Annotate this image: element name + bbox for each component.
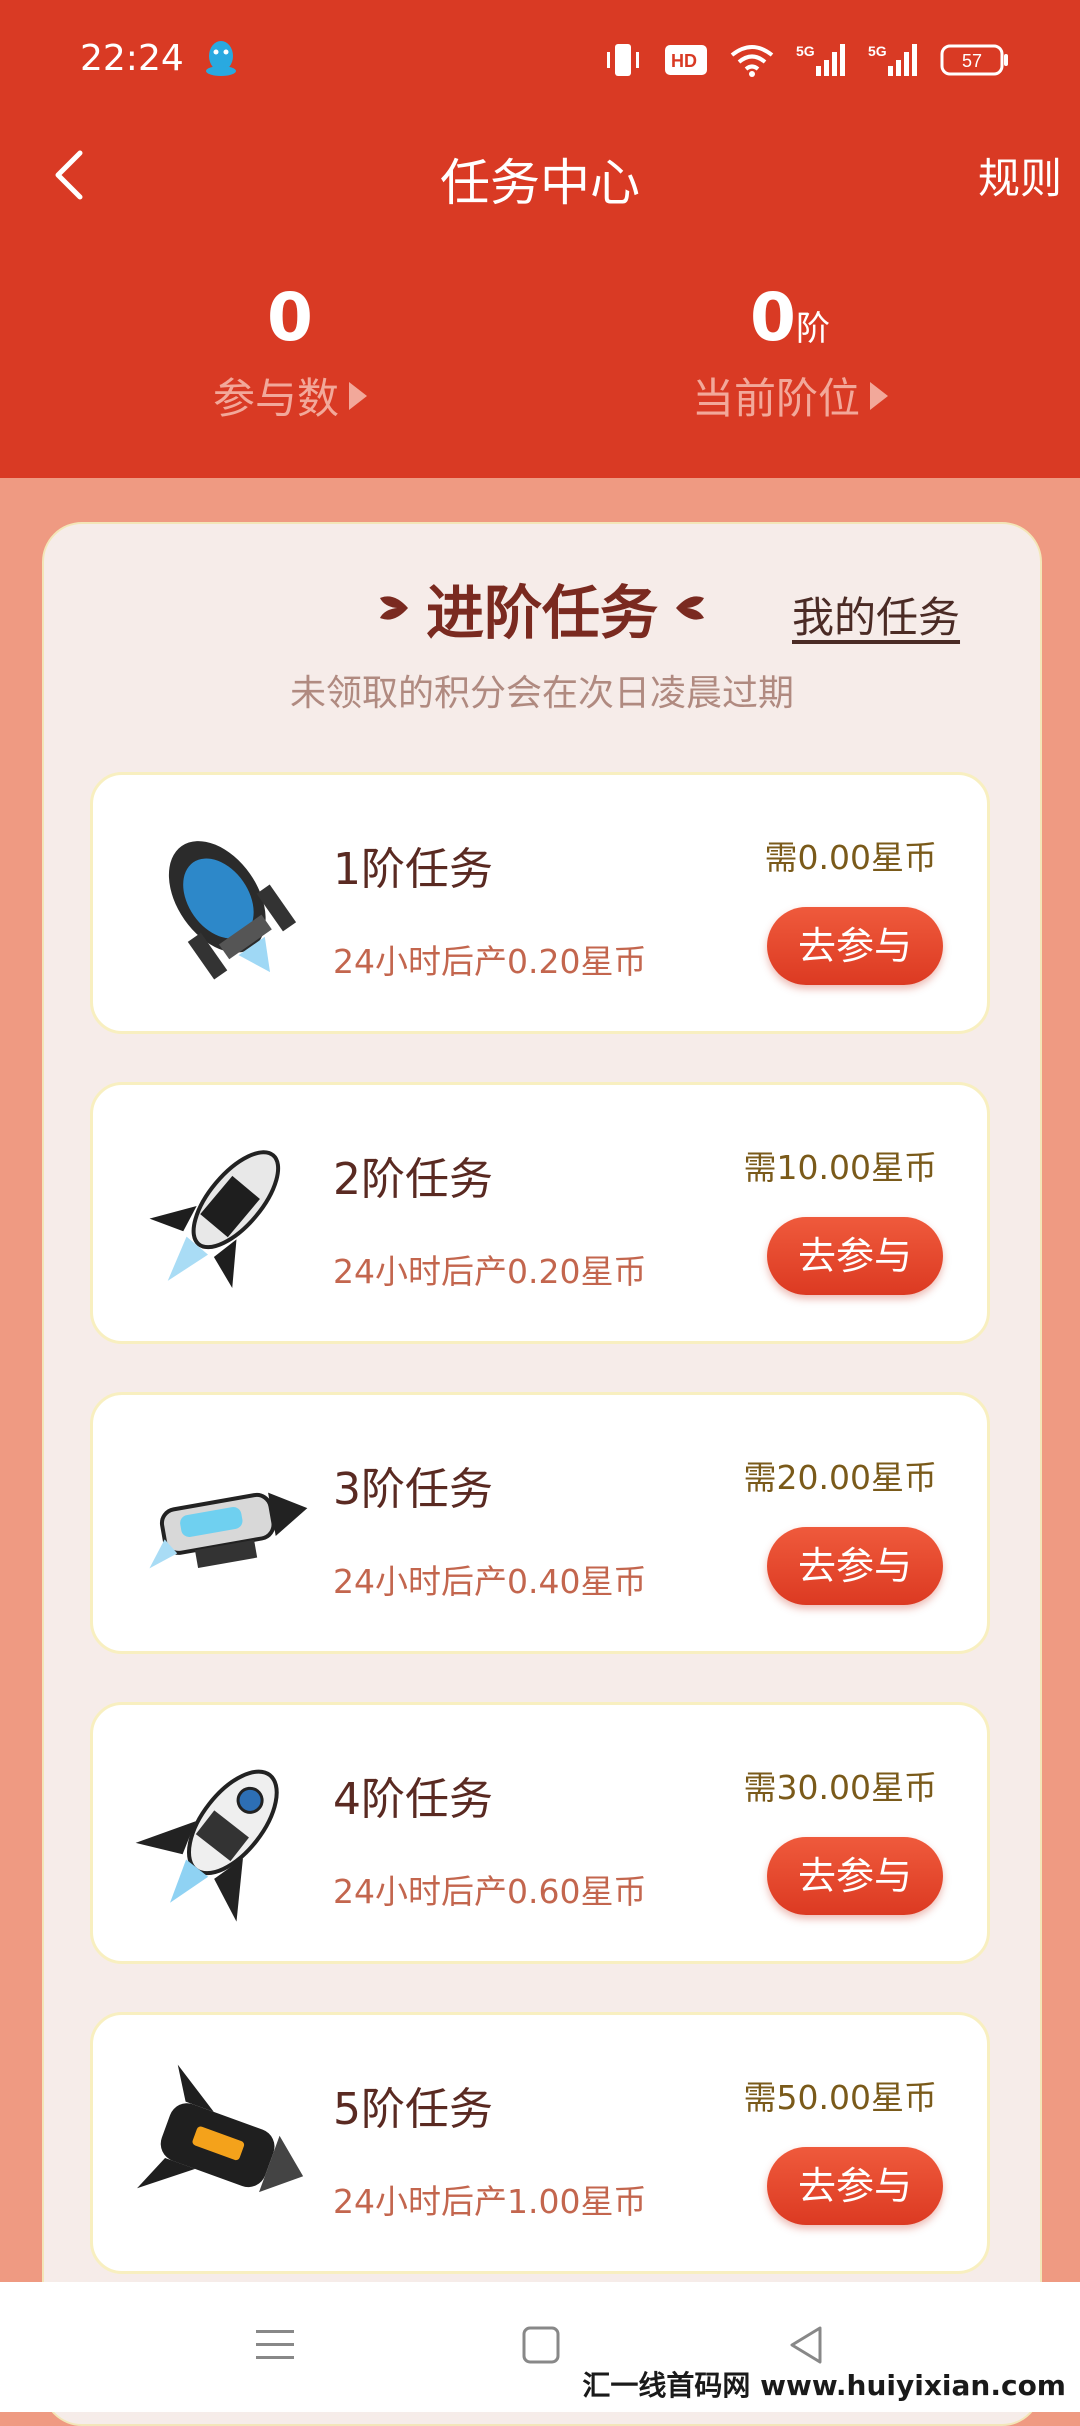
leaf-ornament-icon — [380, 596, 408, 620]
home-icon[interactable] — [518, 2322, 564, 2368]
svg-text:5G: 5G — [868, 43, 887, 59]
battery-icon: 57 — [940, 44, 1008, 76]
status-bar: 22:24 HD 5G 5G 57 — [0, 0, 1080, 125]
rocket-icon — [149, 1150, 281, 1289]
task-card: 4阶任务 24小时后产0.60星币 需30.00星币 去参与 — [90, 1702, 990, 1964]
app-header: 22:24 HD 5G 5G 57 任务中心 规则 0 参与数 0阶 当前阶位 — [0, 0, 1080, 478]
rocket-icon — [135, 1769, 279, 1922]
stat-value: 0阶 — [750, 279, 830, 356]
task-yield: 24小时后产1.00星币 — [333, 2182, 647, 2221]
task-card: 1阶任务 24小时后产0.20星币 需0.00星币 去参与 — [90, 772, 990, 1034]
task-yield: 24小时后产0.40星币 — [333, 1562, 647, 1601]
my-tasks-link[interactable]: 我的任务 — [792, 584, 960, 645]
task-cost: 需30.00星币 — [743, 1768, 937, 1807]
rocket-icon — [168, 841, 297, 980]
leaf-ornament-icon — [676, 596, 705, 620]
signal-5g-icon: 5G — [796, 43, 845, 76]
watermark: 汇一线首码网 www.huiyixian.com — [582, 2369, 1066, 2402]
status-time: 22:24 — [80, 38, 184, 79]
join-button[interactable]: 去参与 — [767, 1837, 943, 1915]
triangle-right-icon — [349, 381, 367, 410]
stat-label: 参与数 — [90, 365, 490, 426]
join-button[interactable]: 去参与 — [767, 1527, 943, 1605]
task-cost: 需20.00星币 — [743, 1458, 937, 1497]
task-cost: 需0.00星币 — [764, 838, 937, 877]
wifi-icon — [730, 45, 774, 77]
stat-label: 当前阶位 — [590, 365, 990, 426]
penguin-icon — [206, 41, 236, 76]
vibrate-icon — [607, 44, 639, 76]
menu-icon[interactable] — [252, 2322, 298, 2368]
svg-text:57: 57 — [962, 51, 982, 71]
task-yield: 24小时后产0.20星币 — [333, 1252, 647, 1291]
hd-badge-icon: HD — [665, 45, 707, 75]
section-title: 进阶任务 — [374, 566, 710, 650]
join-button[interactable]: 去参与 — [767, 1217, 943, 1295]
rocket-icon — [149, 1492, 308, 1569]
task-card: 2阶任务 24小时后产0.20星币 需10.00星币 去参与 — [90, 1082, 990, 1344]
rules-link[interactable]: 规则 — [978, 145, 1062, 206]
join-button[interactable]: 去参与 — [767, 2147, 943, 2225]
task-panel: 进阶任务 我的任务 未领取的积分会在次日凌晨过期 1阶任务 24小时后产0.20… — [42, 522, 1042, 2426]
current-level-stat[interactable]: 0阶 当前阶位 — [590, 285, 990, 426]
expiry-notice: 未领取的积分会在次日凌晨过期 — [289, 673, 794, 714]
task-name: 2阶任务 — [333, 1154, 493, 1205]
system-nav-bar: 汇一线首码网 www.huiyixian.com — [0, 2282, 1080, 2412]
back-triangle-icon[interactable] — [784, 2322, 830, 2368]
page-title: 任务中心 — [440, 154, 640, 212]
stat-value: 0 — [267, 279, 313, 356]
join-button[interactable]: 去参与 — [767, 907, 943, 985]
signal-5g-icon: 5G — [868, 43, 917, 76]
task-name: 3阶任务 — [333, 1464, 493, 1515]
status-icons: HD 5G 5G 57 — [604, 40, 1010, 80]
task-card: 3阶任务 24小时后产0.40星币 需20.00星币 去参与 — [90, 1392, 990, 1654]
triangle-right-icon — [870, 381, 888, 410]
task-cost: 需50.00星币 — [743, 2078, 937, 2117]
nav-bar: 任务中心 规则 — [0, 125, 1080, 225]
task-card: 5阶任务 24小时后产1.00星币 需50.00星币 去参与 — [90, 2012, 990, 2274]
svg-text:5G: 5G — [796, 43, 815, 59]
task-cost: 需10.00星币 — [743, 1148, 937, 1187]
task-yield: 24小时后产0.20星币 — [333, 942, 647, 981]
task-name: 5阶任务 — [333, 2084, 493, 2135]
participation-count-stat[interactable]: 0 参与数 — [90, 285, 490, 426]
svg-text:HD: HD — [671, 51, 697, 71]
task-name: 4阶任务 — [333, 1774, 493, 1825]
task-yield: 24小时后产0.60星币 — [333, 1872, 647, 1911]
task-name: 1阶任务 — [333, 844, 493, 895]
rocket-icon — [137, 2064, 304, 2193]
